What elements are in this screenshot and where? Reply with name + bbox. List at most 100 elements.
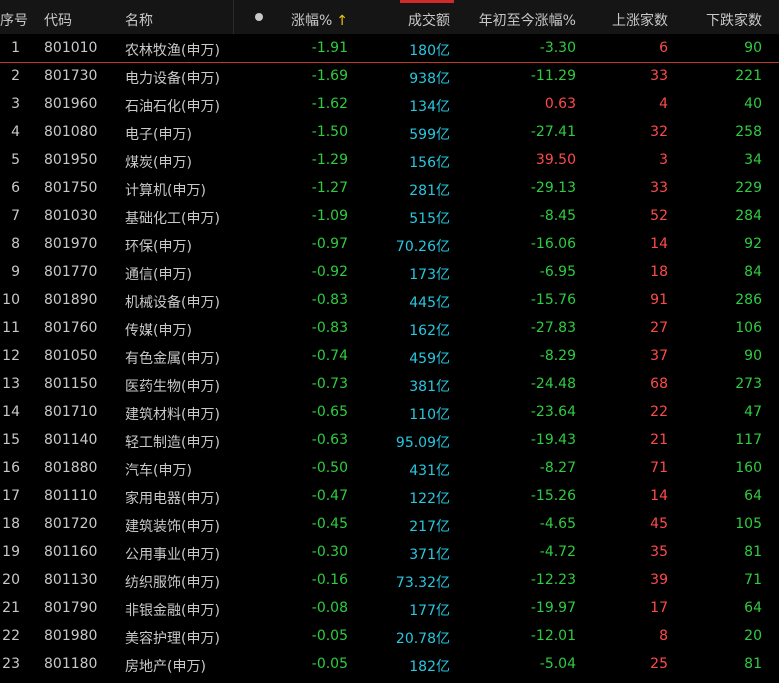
table-row[interactable]: 14 801710 建筑材料(申万) -0.65 110亿 -23.64 22 47 (0, 398, 779, 426)
row-code: 801980 (44, 628, 98, 644)
row-code: 801970 (44, 236, 98, 252)
arrow-up-icon: ↑ (336, 13, 348, 29)
header-ytd[interactable]: 年初至今涨幅% (479, 10, 576, 30)
row-down-count: 20 (744, 628, 762, 644)
header-volume[interactable]: 成交额 (408, 10, 450, 30)
row-change: -1.50 (311, 124, 348, 140)
row-ytd: -12.01 (530, 628, 576, 644)
column-settings-dot-icon[interactable] (255, 13, 263, 21)
row-change: -0.08 (311, 600, 348, 616)
row-code: 801730 (44, 68, 98, 84)
row-name: 纺织服饰(申万) (125, 575, 220, 591)
row-change: -0.05 (311, 628, 348, 644)
row-ytd: -4.72 (539, 544, 576, 560)
row-change: -0.63 (311, 432, 348, 448)
row-code: 801710 (44, 404, 98, 420)
row-down-count: 229 (735, 180, 762, 196)
row-down-count: 105 (735, 516, 762, 532)
active-column-indicator (400, 0, 454, 3)
table-row[interactable]: 16 801880 汽车(申万) -0.50 431亿 -8.27 71 160 (0, 454, 779, 482)
table-row[interactable]: 8 801970 环保(申万) -0.97 70.26亿 -16.06 14 92 (0, 230, 779, 258)
row-seq: 9 (11, 264, 20, 280)
header-seq[interactable]: 序号 (0, 10, 28, 30)
row-name: 建筑材料(申万) (125, 407, 220, 423)
row-ytd: -3.30 (539, 40, 576, 56)
header-up-count[interactable]: 上涨家数 (612, 10, 668, 30)
row-down-count: 40 (744, 96, 762, 112)
table-row[interactable]: 9 801770 通信(申万) -0.92 173亿 -6.95 18 84 (0, 258, 779, 286)
table-row[interactable]: 22 801980 美容护理(申万) -0.05 20.78亿 -12.01 8 20 (0, 622, 779, 650)
row-up-count: 18 (650, 264, 668, 280)
row-seq: 4 (11, 124, 20, 140)
table-row[interactable]: 23 801180 房地产(申万) -0.05 182亿 -5.04 25 81 (0, 650, 779, 678)
row-ytd: -6.95 (539, 264, 576, 280)
row-up-count: 4 (659, 96, 668, 112)
row-code: 801890 (44, 292, 98, 308)
row-seq: 23 (2, 656, 20, 672)
row-ytd: -27.41 (530, 124, 576, 140)
row-up-count: 71 (650, 460, 668, 476)
row-up-count: 25 (650, 656, 668, 672)
row-ytd: -4.65 (539, 516, 576, 532)
row-name: 电力设备(申万) (125, 71, 220, 87)
row-up-count: 33 (650, 68, 668, 84)
row-down-count: 90 (744, 348, 762, 364)
table-row[interactable]: 1 801010 农林牧渔(申万) -1.91 180亿 -3.30 6 90 (0, 34, 779, 63)
header-change-label: 涨幅% (290, 13, 333, 29)
row-code: 801950 (44, 152, 98, 168)
row-up-count: 91 (650, 292, 668, 308)
row-name: 轻工制造(申万) (125, 435, 220, 451)
row-seq: 12 (2, 348, 20, 364)
table-row[interactable]: 15 801140 轻工制造(申万) -0.63 95.09亿 -19.43 21 117 (0, 426, 779, 454)
table-row[interactable]: 17 801110 家用电器(申万) -0.47 122亿 -15.26 14 64 (0, 482, 779, 510)
row-seq: 13 (2, 376, 20, 392)
row-code: 801130 (44, 572, 98, 588)
row-ytd: -5.04 (539, 656, 576, 672)
row-name: 传媒(申万) (125, 323, 192, 339)
header-down-count[interactable]: 下跌家数 (706, 10, 762, 30)
table-row[interactable]: 4 801080 电子(申万) -1.50 599亿 -27.41 32 258 (0, 118, 779, 146)
row-volume: 134亿 (409, 99, 450, 115)
row-down-count: 64 (744, 488, 762, 504)
table-row[interactable]: 20 801130 纺织服饰(申万) -0.16 73.32亿 -12.23 39 71 (0, 566, 779, 594)
table-row[interactable]: 7 801030 基础化工(申万) -1.09 515亿 -8.45 52 284 (0, 202, 779, 230)
row-ytd: -27.83 (530, 320, 576, 336)
row-volume: 180亿 (409, 43, 450, 59)
table-row[interactable]: 21 801790 非银金融(申万) -0.08 177亿 -19.97 17 64 (0, 594, 779, 622)
row-change: -0.16 (311, 572, 348, 588)
row-volume: 20.78亿 (395, 631, 450, 647)
row-down-count: 81 (744, 656, 762, 672)
header-name[interactable]: 名称 (125, 10, 153, 30)
table-row[interactable]: 5 801950 煤炭(申万) -1.29 156亿 39.50 3 34 (0, 146, 779, 174)
row-ytd: 0.63 (544, 96, 576, 112)
row-code: 801050 (44, 348, 98, 364)
row-up-count: 52 (650, 208, 668, 224)
row-up-count: 35 (650, 544, 668, 560)
row-volume: 431亿 (409, 463, 450, 479)
header-code[interactable]: 代码 (44, 10, 72, 30)
row-up-count: 45 (650, 516, 668, 532)
row-change: -0.47 (311, 488, 348, 504)
row-seq: 19 (2, 544, 20, 560)
table-row[interactable]: 18 801720 建筑装饰(申万) -0.45 217亿 -4.65 45 105 (0, 510, 779, 538)
row-name: 机械设备(申万) (125, 295, 220, 311)
row-code: 801720 (44, 516, 98, 532)
table-row[interactable]: 3 801960 石油石化(申万) -1.62 134亿 0.63 4 40 (0, 90, 779, 118)
header-change[interactable]: 涨幅% ↑ (291, 10, 348, 30)
table-row[interactable]: 12 801050 有色金属(申万) -0.74 459亿 -8.29 37 90 (0, 342, 779, 370)
row-change: -0.30 (311, 544, 348, 560)
table-row[interactable]: 19 801160 公用事业(申万) -0.30 371亿 -4.72 35 81 (0, 538, 779, 566)
row-volume: 459亿 (409, 351, 450, 367)
row-ytd: -15.26 (530, 488, 576, 504)
table-row[interactable]: 6 801750 计算机(申万) -1.27 281亿 -29.13 33 229 (0, 174, 779, 202)
row-down-count: 84 (744, 264, 762, 280)
row-name: 非银金融(申万) (125, 603, 220, 619)
row-volume: 73.32亿 (395, 575, 450, 591)
row-seq: 11 (2, 320, 20, 336)
table-row[interactable]: 13 801150 医药生物(申万) -0.73 381亿 -24.48 68 273 (0, 370, 779, 398)
table-row[interactable]: 10 801890 机械设备(申万) -0.83 445亿 -15.76 91 286 (0, 286, 779, 314)
row-code: 801140 (44, 432, 98, 448)
table-row[interactable]: 2 801730 电力设备(申万) -1.69 938亿 -11.29 33 221 (0, 62, 779, 90)
row-change: -0.73 (311, 376, 348, 392)
table-row[interactable]: 11 801760 传媒(申万) -0.83 162亿 -27.83 27 106 (0, 314, 779, 342)
